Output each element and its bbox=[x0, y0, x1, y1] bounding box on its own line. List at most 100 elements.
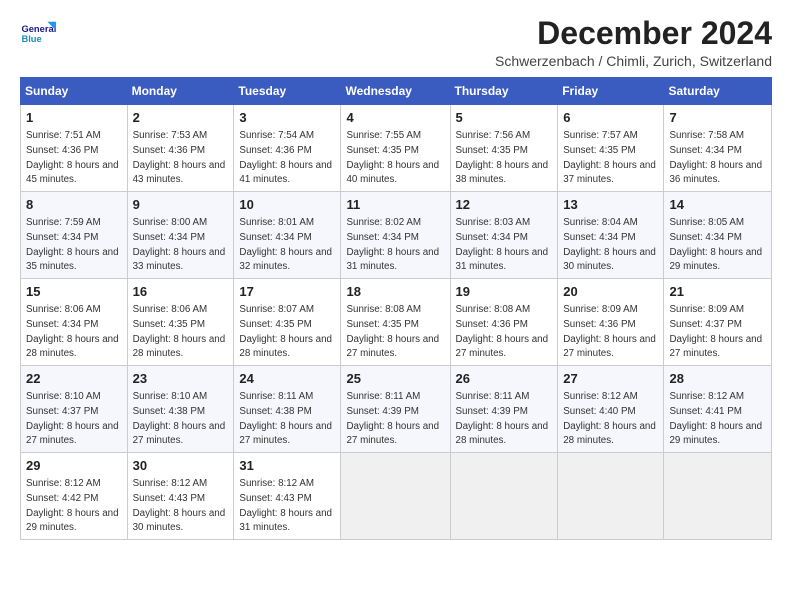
day-number: 4 bbox=[346, 109, 444, 127]
day-number: 21 bbox=[669, 283, 766, 301]
day-info: Sunrise: 8:06 AMSunset: 4:34 PMDaylight:… bbox=[26, 304, 119, 359]
day-info: Sunrise: 8:12 AMSunset: 4:41 PMDaylight:… bbox=[669, 391, 762, 446]
table-row: 2Sunrise: 7:53 AMSunset: 4:36 PMDaylight… bbox=[127, 105, 234, 192]
day-number: 10 bbox=[239, 196, 335, 214]
day-number: 14 bbox=[669, 196, 766, 214]
day-info: Sunrise: 8:04 AMSunset: 4:34 PMDaylight:… bbox=[563, 217, 656, 272]
table-row: 21Sunrise: 8:09 AMSunset: 4:37 PMDayligh… bbox=[664, 279, 772, 366]
calendar-header-row: Sunday Monday Tuesday Wednesday Thursday… bbox=[21, 78, 772, 105]
table-row: 30Sunrise: 8:12 AMSunset: 4:43 PMDayligh… bbox=[127, 453, 234, 540]
table-row: 3 Sunrise: 7:54 AMSunset: 4:36 PMDaylight… bbox=[234, 105, 341, 192]
day-number: 24 bbox=[239, 370, 335, 388]
table-row: 26Sunrise: 8:11 AMSunset: 4:39 PMDayligh… bbox=[450, 366, 558, 453]
day-info: Sunrise: 8:06 AMSunset: 4:35 PMDaylight:… bbox=[133, 304, 226, 359]
day-info: Sunrise: 8:00 AMSunset: 4:34 PMDaylight:… bbox=[133, 217, 226, 272]
table-row: 29 Sunrise: 8:12 AMSunset: 4:42 PMDayligh… bbox=[21, 453, 128, 540]
table-row: 10Sunrise: 8:01 AMSunset: 4:34 PMDayligh… bbox=[234, 192, 341, 279]
table-row: 20 Sunrise: 8:09 AMSunset: 4:36 PMDayligh… bbox=[558, 279, 664, 366]
day-number: 27 bbox=[563, 370, 658, 388]
calendar-week-row: 8 Sunrise: 7:59 AMSunset: 4:34 PMDaylight… bbox=[21, 192, 772, 279]
day-info: Sunrise: 8:08 AMSunset: 4:36 PMDaylight:… bbox=[456, 304, 549, 359]
day-info: Sunrise: 8:08 AMSunset: 4:35 PMDaylight:… bbox=[346, 304, 439, 359]
day-info: Sunrise: 8:11 AMSunset: 4:38 PMDaylight:… bbox=[239, 391, 332, 446]
logo: General Blue bbox=[20, 16, 60, 52]
table-row: 25 Sunrise: 8:11 AMSunset: 4:39 PMDayligh… bbox=[341, 366, 450, 453]
table-row: 16 Sunrise: 8:06 AMSunset: 4:35 PMDayligh… bbox=[127, 279, 234, 366]
col-thursday: Thursday bbox=[450, 78, 558, 105]
day-number: 2 bbox=[133, 109, 229, 127]
day-info: Sunrise: 7:57 AMSunset: 4:35 PMDaylight:… bbox=[563, 130, 656, 185]
day-info: Sunrise: 8:10 AMSunset: 4:37 PMDaylight:… bbox=[26, 391, 119, 446]
day-number: 8 bbox=[26, 196, 122, 214]
col-wednesday: Wednesday bbox=[341, 78, 450, 105]
subtitle: Schwerzenbach / Chimli, Zurich, Switzerl… bbox=[495, 53, 772, 69]
col-friday: Friday bbox=[558, 78, 664, 105]
logo-icon: General Blue bbox=[20, 16, 56, 52]
day-number: 12 bbox=[456, 196, 553, 214]
table-row: 12Sunrise: 8:03 AMSunset: 4:34 PMDayligh… bbox=[450, 192, 558, 279]
col-monday: Monday bbox=[127, 78, 234, 105]
day-number: 23 bbox=[133, 370, 229, 388]
col-saturday: Saturday bbox=[664, 78, 772, 105]
table-row: 7Sunrise: 7:58 AMSunset: 4:34 PMDaylight… bbox=[664, 105, 772, 192]
day-info: Sunrise: 8:12 AMSunset: 4:43 PMDaylight:… bbox=[239, 478, 332, 533]
table-row: 15Sunrise: 8:06 AMSunset: 4:34 PMDayligh… bbox=[21, 279, 128, 366]
table-row: 9 Sunrise: 8:00 AMSunset: 4:34 PMDaylight… bbox=[127, 192, 234, 279]
day-number: 6 bbox=[563, 109, 658, 127]
table-row: 24 Sunrise: 8:11 AMSunset: 4:38 PMDayligh… bbox=[234, 366, 341, 453]
table-row: 22 Sunrise: 8:10 AMSunset: 4:37 PMDayligh… bbox=[21, 366, 128, 453]
day-number: 1 bbox=[26, 109, 122, 127]
svg-text:General: General bbox=[21, 24, 56, 34]
day-info: Sunrise: 7:54 AMSunset: 4:36 PMDaylight:… bbox=[239, 130, 332, 185]
day-info: Sunrise: 8:12 AMSunset: 4:42 PMDaylight:… bbox=[26, 478, 119, 533]
table-row: 6 Sunrise: 7:57 AMSunset: 4:35 PMDaylight… bbox=[558, 105, 664, 192]
day-number: 22 bbox=[26, 370, 122, 388]
day-info: Sunrise: 8:09 AMSunset: 4:36 PMDaylight:… bbox=[563, 304, 656, 359]
calendar-week-row: 22 Sunrise: 8:10 AMSunset: 4:37 PMDayligh… bbox=[21, 366, 772, 453]
day-info: Sunrise: 8:07 AMSunset: 4:35 PMDaylight:… bbox=[239, 304, 332, 359]
table-row: 27 Sunrise: 8:12 AMSunset: 4:40 PMDayligh… bbox=[558, 366, 664, 453]
table-row: 23Sunrise: 8:10 AMSunset: 4:38 PMDayligh… bbox=[127, 366, 234, 453]
day-info: Sunrise: 8:05 AMSunset: 4:34 PMDaylight:… bbox=[669, 217, 762, 272]
day-number: 16 bbox=[133, 283, 229, 301]
table-row: 17 Sunrise: 8:07 AMSunset: 4:35 PMDayligh… bbox=[234, 279, 341, 366]
day-number: 31 bbox=[239, 457, 335, 475]
table-row bbox=[558, 453, 664, 540]
day-number: 26 bbox=[456, 370, 553, 388]
table-row: 4Sunrise: 7:55 AMSunset: 4:35 PMDaylight… bbox=[341, 105, 450, 192]
calendar-week-row: 1Sunrise: 7:51 AMSunset: 4:36 PMDaylight… bbox=[21, 105, 772, 192]
day-number: 29 bbox=[26, 457, 122, 475]
header: General Blue December 2024 Schwerzenbach… bbox=[20, 16, 772, 69]
svg-text:Blue: Blue bbox=[21, 34, 41, 44]
day-number: 9 bbox=[133, 196, 229, 214]
day-info: Sunrise: 7:56 AMSunset: 4:35 PMDaylight:… bbox=[456, 130, 549, 185]
table-row: 31 Sunrise: 8:12 AMSunset: 4:43 PMDayligh… bbox=[234, 453, 341, 540]
day-info: Sunrise: 8:11 AMSunset: 4:39 PMDaylight:… bbox=[346, 391, 439, 446]
table-row: 1Sunrise: 7:51 AMSunset: 4:36 PMDaylight… bbox=[21, 105, 128, 192]
table-row: 19Sunrise: 8:08 AMSunset: 4:36 PMDayligh… bbox=[450, 279, 558, 366]
day-info: Sunrise: 8:02 AMSunset: 4:34 PMDaylight:… bbox=[346, 217, 439, 272]
col-tuesday: Tuesday bbox=[234, 78, 341, 105]
day-info: Sunrise: 8:12 AMSunset: 4:40 PMDaylight:… bbox=[563, 391, 656, 446]
table-row bbox=[450, 453, 558, 540]
day-info: Sunrise: 7:59 AMSunset: 4:34 PMDaylight:… bbox=[26, 217, 119, 272]
day-number: 17 bbox=[239, 283, 335, 301]
table-row: 18 Sunrise: 8:08 AMSunset: 4:35 PMDayligh… bbox=[341, 279, 450, 366]
calendar-week-row: 29 Sunrise: 8:12 AMSunset: 4:42 PMDayligh… bbox=[21, 453, 772, 540]
table-row: 28 Sunrise: 8:12 AMSunset: 4:41 PMDayligh… bbox=[664, 366, 772, 453]
day-number: 20 bbox=[563, 283, 658, 301]
day-number: 7 bbox=[669, 109, 766, 127]
day-number: 13 bbox=[563, 196, 658, 214]
day-number: 11 bbox=[346, 196, 444, 214]
day-number: 3 bbox=[239, 109, 335, 127]
page: General Blue December 2024 Schwerzenbach… bbox=[0, 0, 792, 612]
day-info: Sunrise: 8:12 AMSunset: 4:43 PMDaylight:… bbox=[133, 478, 226, 533]
title-block: December 2024 Schwerzenbach / Chimli, Zu… bbox=[495, 16, 772, 69]
table-row bbox=[664, 453, 772, 540]
day-number: 18 bbox=[346, 283, 444, 301]
table-row: 13 Sunrise: 8:04 AMSunset: 4:34 PMDayligh… bbox=[558, 192, 664, 279]
day-number: 28 bbox=[669, 370, 766, 388]
day-number: 25 bbox=[346, 370, 444, 388]
table-row bbox=[341, 453, 450, 540]
table-row: 5Sunrise: 7:56 AMSunset: 4:35 PMDaylight… bbox=[450, 105, 558, 192]
